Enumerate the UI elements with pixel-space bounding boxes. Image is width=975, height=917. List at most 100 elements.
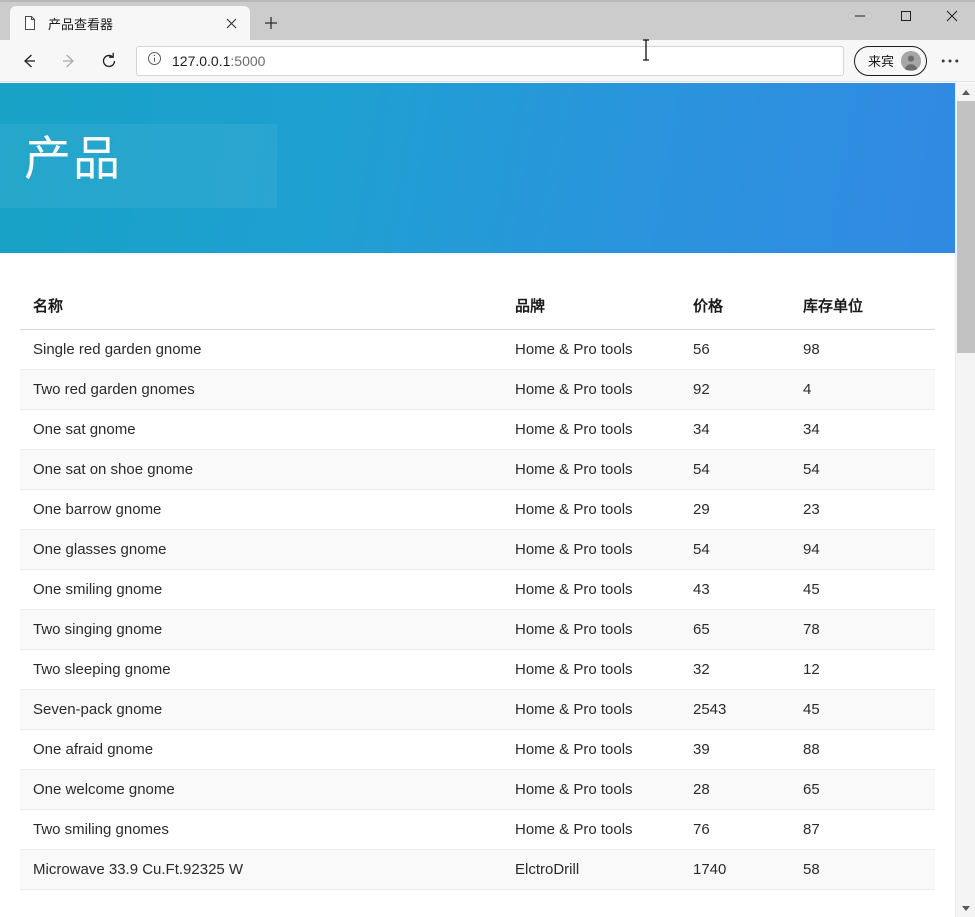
avatar bbox=[901, 51, 921, 71]
cell-price: 34 bbox=[693, 410, 803, 450]
close-icon[interactable] bbox=[220, 12, 242, 34]
tab-title: 产品查看器 bbox=[48, 14, 210, 33]
cell-name: One sat gnome bbox=[20, 410, 515, 450]
page-icon bbox=[22, 15, 38, 31]
info-icon[interactable] bbox=[147, 51, 162, 71]
table-row[interactable]: Single red garden gnomeHome & Pro tools5… bbox=[20, 330, 935, 370]
title-bar: 产品查看器 bbox=[0, 0, 975, 40]
cell-sku: 65 bbox=[803, 770, 935, 810]
table-row[interactable]: One welcome gnomeHome & Pro tools2865 bbox=[20, 770, 935, 810]
url-port: :5000 bbox=[230, 53, 265, 69]
column-header-name[interactable]: 名称 bbox=[20, 295, 515, 330]
forward-button[interactable] bbox=[50, 44, 88, 78]
cell-brand: Home & Pro tools bbox=[515, 410, 693, 450]
page-hero-banner: 产品 bbox=[0, 83, 955, 253]
products-table: 名称 品牌 价格 库存单位 Single red garden gnomeHom… bbox=[20, 295, 935, 890]
minimize-button[interactable] bbox=[837, 0, 883, 32]
cell-brand: Home & Pro tools bbox=[515, 330, 693, 370]
scroll-up-icon[interactable] bbox=[956, 83, 975, 101]
cell-name: Single red garden gnome bbox=[20, 330, 515, 370]
table-row[interactable]: One barrow gnomeHome & Pro tools2923 bbox=[20, 490, 935, 530]
refresh-button[interactable] bbox=[90, 44, 128, 78]
cell-brand: Home & Pro tools bbox=[515, 490, 693, 530]
page-title: 产品 bbox=[24, 131, 122, 187]
table-row[interactable]: Two sleeping gnomeHome & Pro tools3212 bbox=[20, 650, 935, 690]
table-row[interactable]: Seven-pack gnomeHome & Pro tools254345 bbox=[20, 690, 935, 730]
profile-button[interactable]: 来宾 bbox=[854, 46, 927, 76]
scrollbar-thumb[interactable] bbox=[957, 101, 975, 353]
cell-sku: 12 bbox=[803, 650, 935, 690]
cell-brand: ElctroDrill bbox=[515, 850, 693, 890]
cell-brand: Home & Pro tools bbox=[515, 690, 693, 730]
cell-brand: Home & Pro tools bbox=[515, 570, 693, 610]
browser-toolbar: 127.0.0.1:5000 来宾 bbox=[0, 40, 975, 82]
column-header-brand[interactable]: 品牌 bbox=[515, 295, 693, 330]
table-row[interactable]: One sat gnomeHome & Pro tools3434 bbox=[20, 410, 935, 450]
table-row[interactable]: Two red garden gnomesHome & Pro tools924 bbox=[20, 370, 935, 410]
browser-tab[interactable]: 产品查看器 bbox=[10, 6, 250, 40]
cell-price: 1740 bbox=[693, 850, 803, 890]
cell-name: Two singing gnome bbox=[20, 610, 515, 650]
column-header-price[interactable]: 价格 bbox=[693, 295, 803, 330]
cell-price: 54 bbox=[693, 530, 803, 570]
cell-price: 54 bbox=[693, 450, 803, 490]
cell-name: One glasses gnome bbox=[20, 530, 515, 570]
table-row[interactable]: Microwave 33.9 Cu.Ft.92325 WElctroDrill1… bbox=[20, 850, 935, 890]
cell-brand: Home & Pro tools bbox=[515, 650, 693, 690]
cell-price: 43 bbox=[693, 570, 803, 610]
window-controls bbox=[837, 0, 975, 32]
close-button[interactable] bbox=[929, 0, 975, 32]
cell-price: 92 bbox=[693, 370, 803, 410]
new-tab-button[interactable] bbox=[254, 6, 288, 40]
cell-price: 29 bbox=[693, 490, 803, 530]
cell-name: One barrow gnome bbox=[20, 490, 515, 530]
table-row[interactable]: One glasses gnomeHome & Pro tools5494 bbox=[20, 530, 935, 570]
cell-name: Two red garden gnomes bbox=[20, 370, 515, 410]
cell-sku: 58 bbox=[803, 850, 935, 890]
cell-sku: 88 bbox=[803, 730, 935, 770]
cell-sku: 87 bbox=[803, 810, 935, 850]
cell-sku: 54 bbox=[803, 450, 935, 490]
cell-brand: Home & Pro tools bbox=[515, 370, 693, 410]
url-text: 127.0.0.1:5000 bbox=[172, 53, 265, 69]
cell-sku: 98 bbox=[803, 330, 935, 370]
table-row[interactable]: One sat on shoe gnomeHome & Pro tools545… bbox=[20, 450, 935, 490]
scroll-down-icon[interactable] bbox=[956, 899, 975, 917]
cell-sku: 94 bbox=[803, 530, 935, 570]
table-row[interactable]: Two singing gnomeHome & Pro tools6578 bbox=[20, 610, 935, 650]
cell-brand: Home & Pro tools bbox=[515, 450, 693, 490]
cell-price: 2543 bbox=[693, 690, 803, 730]
cell-sku: 45 bbox=[803, 690, 935, 730]
profile-label: 来宾 bbox=[868, 51, 894, 70]
cell-price: 76 bbox=[693, 810, 803, 850]
cell-brand: Home & Pro tools bbox=[515, 530, 693, 570]
cell-price: 65 bbox=[693, 610, 803, 650]
cell-brand: Home & Pro tools bbox=[515, 810, 693, 850]
table-row[interactable]: One afraid gnomeHome & Pro tools3988 bbox=[20, 730, 935, 770]
cell-name: One sat on shoe gnome bbox=[20, 450, 515, 490]
cell-brand: Home & Pro tools bbox=[515, 730, 693, 770]
cell-price: 28 bbox=[693, 770, 803, 810]
back-button[interactable] bbox=[10, 44, 48, 78]
column-header-sku[interactable]: 库存单位 bbox=[803, 295, 935, 330]
cell-name: Seven-pack gnome bbox=[20, 690, 515, 730]
table-head: 名称 品牌 价格 库存单位 bbox=[20, 295, 935, 330]
cell-sku: 78 bbox=[803, 610, 935, 650]
table-row[interactable]: One smiling gnomeHome & Pro tools4345 bbox=[20, 570, 935, 610]
web-page: 产品 名称 品牌 价格 库存单位 Single red garden gnome… bbox=[0, 83, 955, 917]
cell-sku: 4 bbox=[803, 370, 935, 410]
tab-strip: 产品查看器 bbox=[0, 0, 288, 40]
cell-price: 32 bbox=[693, 650, 803, 690]
more-options-button[interactable] bbox=[935, 46, 965, 76]
maximize-button[interactable] bbox=[883, 0, 929, 32]
vertical-scrollbar[interactable] bbox=[955, 83, 975, 917]
url-host: 127.0.0.1 bbox=[172, 53, 230, 69]
page-viewport: 产品 名称 品牌 价格 库存单位 Single red garden gnome… bbox=[0, 83, 975, 917]
titlebar-top-edge bbox=[0, 0, 975, 2]
cell-sku: 23 bbox=[803, 490, 935, 530]
table-row[interactable]: Two smiling gnomesHome & Pro tools7687 bbox=[20, 810, 935, 850]
address-bar[interactable]: 127.0.0.1:5000 bbox=[136, 46, 844, 76]
cell-sku: 34 bbox=[803, 410, 935, 450]
cell-price: 39 bbox=[693, 730, 803, 770]
browser-window: 产品查看器 bbox=[0, 0, 975, 917]
